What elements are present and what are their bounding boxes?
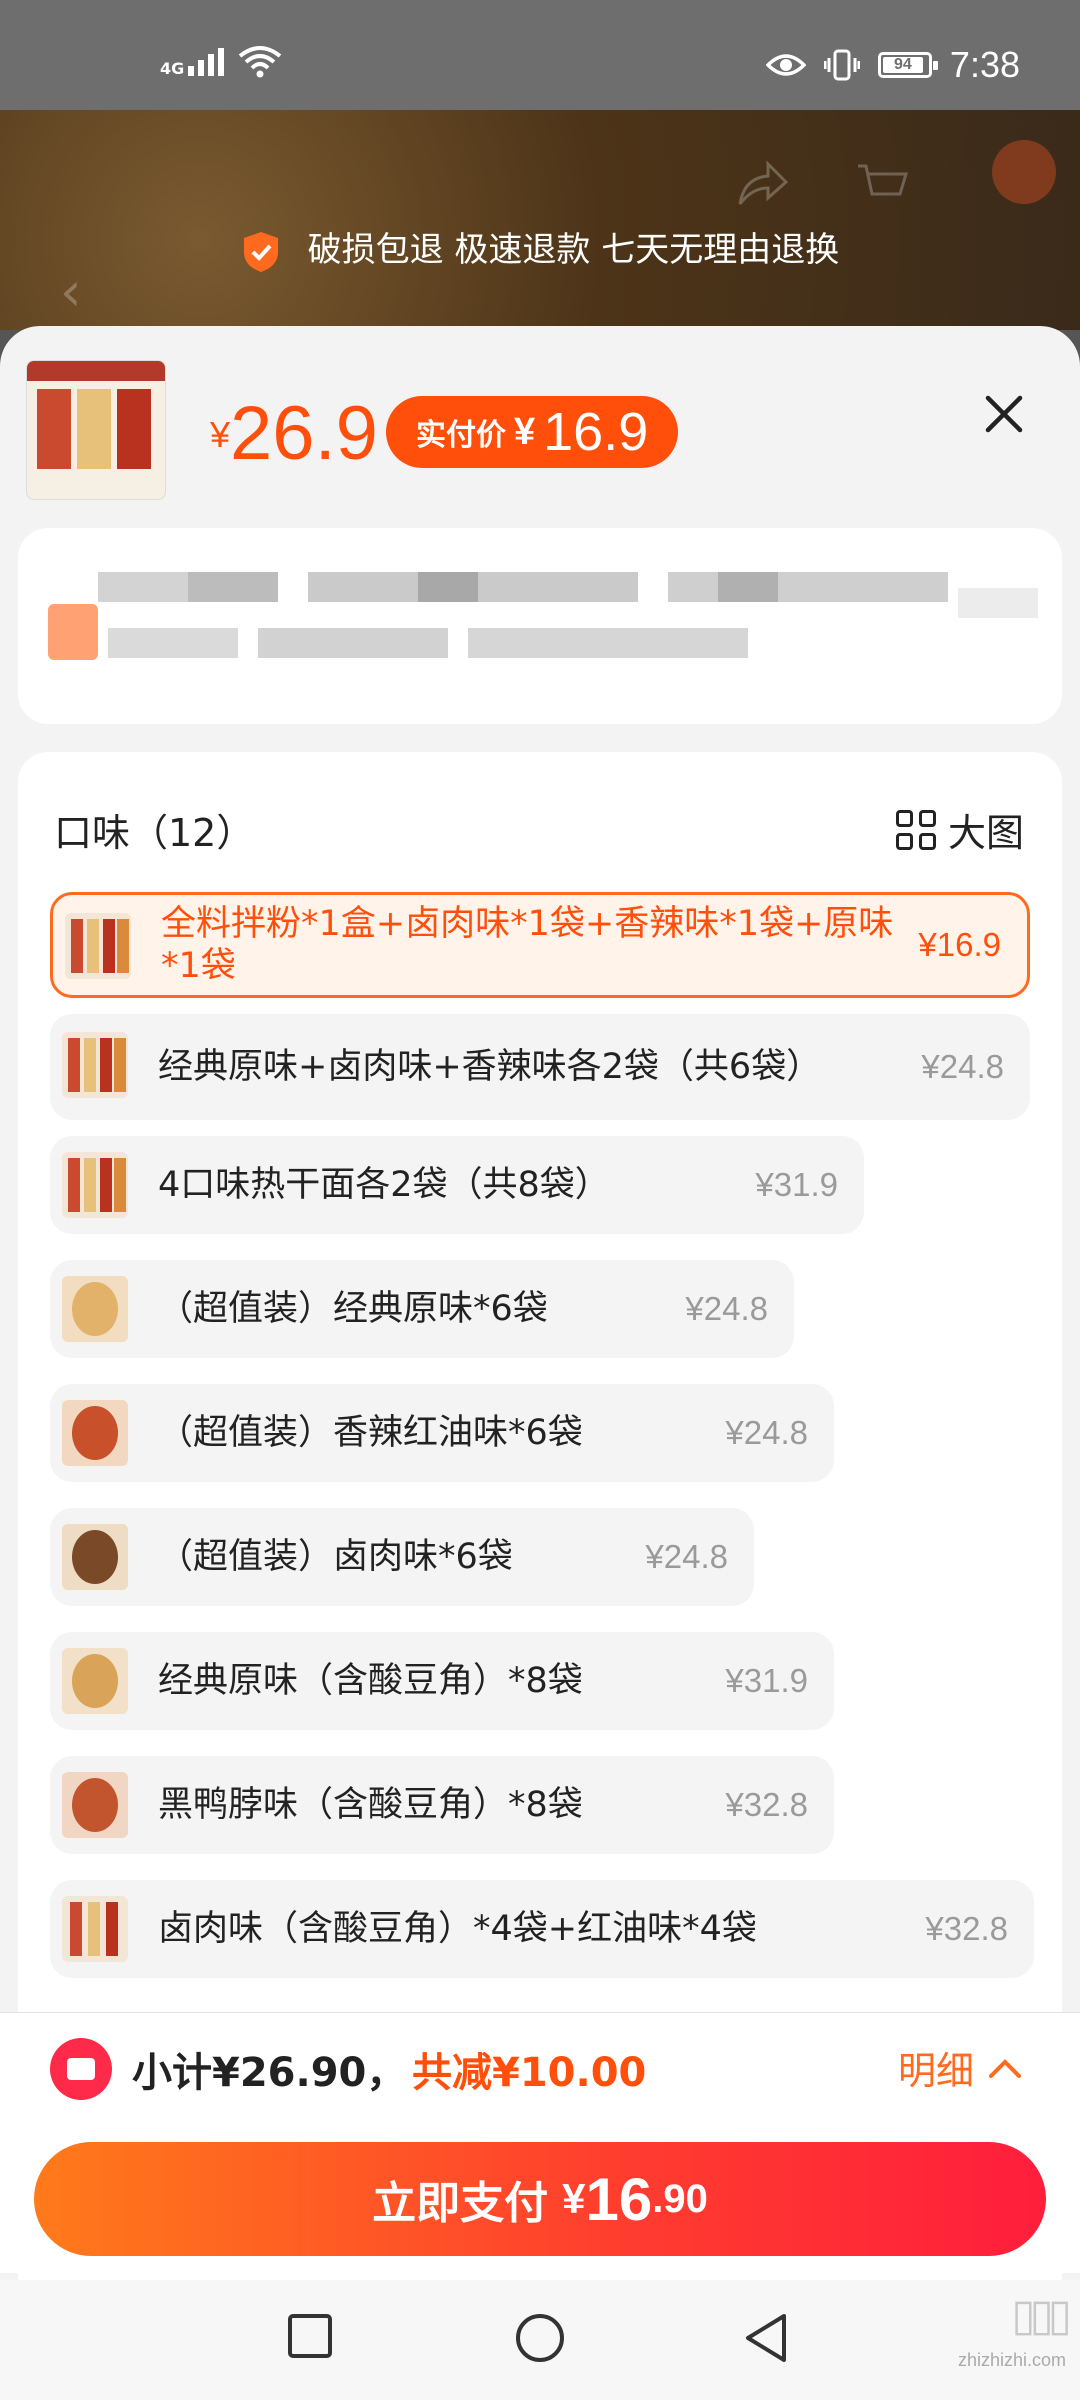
watermark-site: zhizhizhi.com	[957, 2350, 1066, 2370]
option-price: ¥24.8	[685, 1290, 768, 1327]
actual-pay-price: 16.9	[543, 402, 649, 462]
vibrate-icon	[823, 49, 860, 81]
product-background: ‹ 破损包退 极速退款 七天无理由退换	[0, 110, 1080, 330]
chevron-up-icon	[989, 2058, 1021, 2078]
actual-pay-label: 实付价	[416, 418, 506, 453]
option-thumbnail	[62, 1896, 128, 1962]
big-image-label: 大图	[947, 811, 1024, 855]
grid-icon	[895, 809, 936, 850]
big-image-toggle[interactable]: 大图	[895, 802, 1024, 857]
option-item[interactable]: （超值装）香辣红油味*6袋 ¥24.8	[50, 1384, 834, 1482]
option-price: ¥32.8	[925, 1910, 1008, 1947]
option-item[interactable]: 4口味热干面各2袋（共8袋） ¥31.9	[50, 1136, 864, 1234]
option-price: ¥24.8	[921, 1048, 1004, 1085]
option-item[interactable]: 全料拌粉*1盒+卤肉味*1袋+香辣味*1袋+原味*1袋 ¥16.9	[50, 892, 1030, 998]
guarantee-banner: 破损包退 极速退款 七天无理由退换	[0, 222, 1080, 274]
option-item[interactable]: （超值装）卤肉味*6袋 ¥24.8	[50, 1508, 754, 1606]
shield-icon	[243, 231, 278, 272]
option-item[interactable]: 卤肉味（含酸豆角）*4袋+红油味*4袋 ¥32.8	[50, 1880, 1034, 1978]
option-name: （超值装）香辣红油味*6袋	[158, 1413, 583, 1453]
detail-toggle[interactable]: 明细	[898, 2040, 1022, 2095]
option-thumbnail	[62, 1032, 128, 1098]
option-thumbnail	[62, 1276, 128, 1342]
option-thumbnail	[62, 1152, 128, 1218]
option-item[interactable]: 黑鸭脖味（含酸豆角）*8袋 ¥32.8	[50, 1756, 834, 1854]
option-thumbnail	[62, 1524, 128, 1590]
option-price: ¥31.9	[725, 1662, 808, 1699]
option-thumbnail	[62, 1772, 128, 1838]
option-thumbnail	[62, 1400, 128, 1466]
option-thumbnail	[62, 1648, 128, 1714]
actual-pay-badge: 实付价 ¥ 16.9	[386, 396, 679, 468]
option-name: 全料拌粉*1盒+卤肉味*1袋+香辣味*1袋+原味*1袋	[161, 904, 894, 986]
status-right: 94 7:38	[765, 44, 1020, 86]
option-thumbnail	[65, 913, 131, 979]
discount-total: 共减¥10.00	[412, 2050, 647, 2096]
option-price: ¥24.8	[645, 1538, 728, 1575]
wifi-icon	[239, 46, 282, 78]
pay-now-amount: 16	[585, 2165, 653, 2233]
more-icon	[992, 140, 1056, 204]
close-icon[interactable]	[974, 384, 1034, 444]
option-name: 黑鸭脖味（含酸豆角）*8袋	[158, 1785, 583, 1825]
option-name: 经典原味（含酸豆角）*8袋	[158, 1661, 583, 1701]
signal-icon: 4G	[160, 46, 225, 78]
home-icon[interactable]	[514, 2312, 566, 2364]
status-left: 4G	[160, 44, 282, 78]
network-type: 4G	[160, 59, 185, 78]
options-title: 口味（12）	[54, 811, 255, 855]
guarantee-text: 破损包退 极速退款 七天无理由退换	[307, 230, 840, 270]
status-bar: 4G 94 7:38	[0, 0, 1080, 110]
share-icon	[738, 160, 789, 205]
subtotal: 小计¥26.90，	[132, 2050, 407, 2096]
battery-level: 94	[882, 57, 923, 73]
option-price: ¥24.8	[725, 1414, 808, 1451]
location-icon	[48, 604, 98, 660]
option-name: （超值装）经典原味*6袋	[158, 1289, 548, 1329]
pay-now-label: 立即支付	[372, 2178, 549, 2229]
pay-now-button[interactable]: 立即支付 ¥ 16 .90	[34, 2142, 1046, 2256]
system-nav-bar	[0, 2280, 1080, 2400]
option-name: 经典原味+卤肉味+香辣味各2袋（共6袋）	[158, 1047, 822, 1087]
option-item[interactable]: （超值装）经典原味*6袋 ¥24.8	[50, 1260, 794, 1358]
battery-icon: 94	[877, 52, 938, 78]
option-price: ¥31.9	[755, 1166, 838, 1203]
recents-icon[interactable]	[286, 2312, 334, 2360]
coupon-icon	[50, 2038, 112, 2100]
detail-label: 明细	[897, 2049, 974, 2093]
option-price: ¥16.9	[918, 926, 1001, 963]
back-nav-icon[interactable]	[742, 2312, 790, 2364]
option-name: （超值装）卤肉味*6袋	[158, 1537, 513, 1577]
product-thumbnail[interactable]	[26, 360, 166, 500]
address-card[interactable]	[18, 528, 1062, 724]
eye-icon	[765, 54, 806, 76]
option-name: 卤肉味（含酸豆角）*4袋+红油味*4袋	[158, 1909, 757, 1949]
list-price: ¥26.9	[210, 391, 378, 476]
option-item[interactable]: 经典原味+卤肉味+香辣味各2袋（共6袋） ¥24.8	[50, 1014, 1030, 1120]
option-name: 4口味热干面各2袋（共8袋）	[158, 1165, 610, 1205]
sheet-header: ¥26.9 实付价 ¥ 16.9	[0, 326, 1080, 526]
option-price: ¥32.8	[725, 1786, 808, 1823]
clock: 7:38	[949, 44, 1020, 85]
cart-icon	[858, 164, 909, 196]
option-item[interactable]: 经典原味（含酸豆角）*8袋 ¥31.9	[50, 1632, 834, 1730]
watermark-logo: ▯▯▯	[1011, 2290, 1072, 2341]
